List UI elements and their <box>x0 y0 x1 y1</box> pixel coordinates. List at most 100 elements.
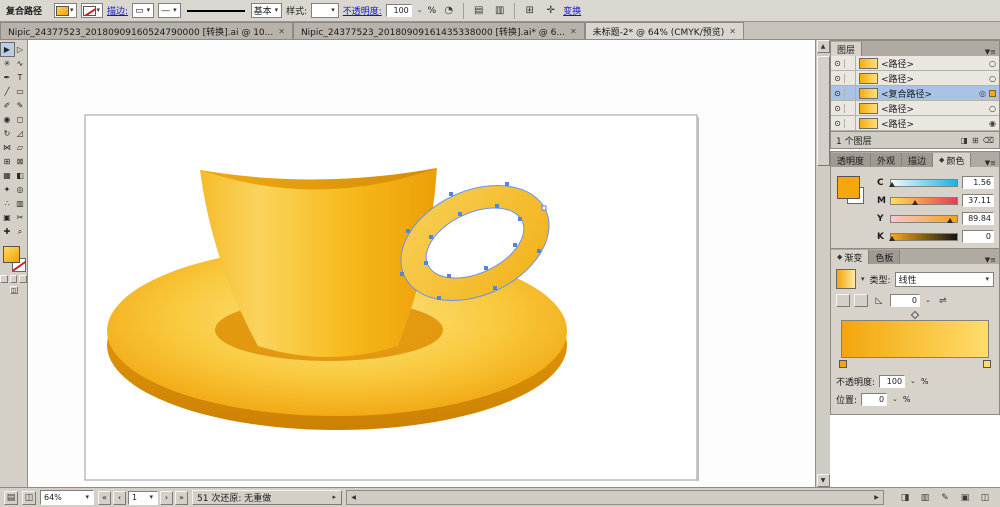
chevron-down-icon[interactable]: ⌄ <box>909 378 917 385</box>
column-graph-tool[interactable]: ▥ <box>14 197 27 210</box>
transform-link[interactable]: 变换 <box>563 4 581 17</box>
blend-tool[interactable]: ◎ <box>14 183 27 196</box>
dock-panel-4-icon[interactable]: ▣ <box>958 491 972 505</box>
stroke-link[interactable]: 描边: <box>107 4 128 17</box>
fill-swatch-icon[interactable] <box>837 176 860 199</box>
layer-name[interactable]: <复合路径> <box>881 87 976 100</box>
target-icon[interactable]: ○ <box>986 59 999 68</box>
layer-row[interactable]: ⊙ <路径> ○ <box>831 56 999 71</box>
eraser-tool[interactable]: ◻ <box>14 113 27 126</box>
blob-brush-tool[interactable]: ◉ <box>1 113 14 126</box>
reverse-gradient-icon[interactable]: ⇌ <box>936 294 950 307</box>
target-icon[interactable]: ○ <box>986 104 999 113</box>
gradient-mode-button[interactable] <box>9 275 18 283</box>
pen-tool[interactable]: ✒ <box>1 71 14 84</box>
cyan-slider[interactable] <box>889 178 958 187</box>
last-artboard-icon[interactable]: » <box>175 490 188 505</box>
status-display[interactable]: 51 次还原: 无重做 ▸ <box>192 490 342 505</box>
paintbrush-tool[interactable]: ✐ <box>1 99 14 112</box>
layer-row[interactable]: ⊙ <路径> ○ <box>831 101 999 116</box>
target-selected-icon[interactable]: ◎ <box>976 89 989 98</box>
reference-point-icon[interactable]: ✛ <box>542 3 559 19</box>
type-tool[interactable]: T <box>14 71 27 84</box>
first-artboard-icon[interactable]: « <box>98 490 111 505</box>
fill-swatch-icon[interactable] <box>2 246 20 263</box>
gradient-stop-left[interactable] <box>839 360 847 368</box>
eye-icon[interactable]: ⊙ <box>831 103 845 113</box>
previous-artboard-icon[interactable]: ‹ <box>113 490 126 505</box>
eye-icon[interactable]: ⊙ <box>831 118 845 128</box>
chevron-down-icon[interactable]: ⌄ <box>416 7 424 14</box>
gradient-type-select[interactable]: 线性 ▾ <box>894 271 994 287</box>
target-filled-icon[interactable]: ◉ <box>986 119 999 128</box>
width-profile-select[interactable]: — ▾ <box>158 3 181 18</box>
grid-icon[interactable]: ⊞ <box>521 3 538 19</box>
layer-row[interactable]: ⊙ <路径> ○ <box>831 71 999 86</box>
scroll-up-icon[interactable]: ▲ <box>816 40 830 53</box>
chevron-down-icon[interactable]: ⌄ <box>924 297 932 304</box>
dock-panel-2-icon[interactable]: ▥ <box>918 491 932 505</box>
tab-transparency[interactable]: 透明度 <box>831 153 872 167</box>
opacity-input[interactable]: 100 <box>385 4 412 17</box>
brush-select[interactable]: 基本 ▾ <box>250 3 283 18</box>
tab-gradient[interactable]: ◆ 渐变 <box>831 250 870 264</box>
vertical-scrollbar[interactable]: ▲ ▼ <box>815 40 830 487</box>
fill-stroke-swatches[interactable] <box>836 174 870 218</box>
layer-name[interactable]: <路径> <box>881 72 986 85</box>
fill-stroke-indicator[interactable] <box>2 246 26 272</box>
shape-builder-tool[interactable]: ⊞ <box>1 155 14 168</box>
chevron-down-icon[interactable]: ▾ <box>860 275 866 283</box>
horizontal-scrollbar[interactable]: ◀ ▶ <box>346 490 884 505</box>
panel-menu-icon[interactable]: ▼≡ <box>982 48 999 56</box>
layer-row[interactable]: ⊙ <路径> ◉ <box>831 116 999 131</box>
artboard-tool[interactable]: ▣ <box>1 211 14 224</box>
dock-panel-5-icon[interactable]: ◫ <box>978 491 992 505</box>
screen-mode-icon[interactable]: ◫ <box>9 286 18 294</box>
tab-stroke[interactable]: 描边 <box>902 153 934 167</box>
selection-tool[interactable]: ▶ <box>0 42 15 57</box>
magenta-slider[interactable] <box>890 196 958 205</box>
fill-gradient-icon[interactable] <box>836 294 850 307</box>
zoom-tool[interactable]: ⌕ <box>14 225 27 238</box>
dock-panel-3-icon[interactable]: ✎ <box>938 491 952 505</box>
new-layer-icon[interactable]: ⊞ <box>972 136 979 145</box>
chevron-down-icon[interactable]: ▾ <box>69 7 75 14</box>
pencil-tool[interactable]: ✎ <box>14 99 27 112</box>
stroke-color-swatch[interactable]: ▾ <box>80 3 104 18</box>
rotate-tool[interactable]: ↻ <box>1 127 14 140</box>
lock-cell[interactable] <box>845 71 856 85</box>
direct-selection-tool[interactable]: ▷ <box>14 43 27 56</box>
color-mode-button[interactable] <box>0 275 8 283</box>
eyedropper-tool[interactable]: ✦ <box>1 183 14 196</box>
tab-appearance[interactable]: 外观 <box>871 153 903 167</box>
fill-color-swatch[interactable]: ▾ <box>54 3 77 18</box>
gradient-midpoint-marker[interactable] <box>910 310 920 320</box>
gradient-thumbnail[interactable] <box>836 269 856 289</box>
none-mode-button[interactable] <box>19 275 28 283</box>
free-transform-tool[interactable]: ▱ <box>14 141 27 154</box>
canvas-area[interactable] <box>28 40 815 487</box>
lock-cell[interactable] <box>845 116 856 130</box>
yellow-slider[interactable] <box>890 214 958 223</box>
rectangle-tool[interactable]: ▭ <box>14 85 27 98</box>
tab-swatches[interactable]: 色板 <box>869 250 901 264</box>
lock-cell[interactable] <box>845 56 856 70</box>
make-mask-icon[interactable]: ◨ <box>960 136 968 145</box>
panel-menu-icon[interactable]: ▼≡ <box>982 159 999 167</box>
recolor-artwork-icon[interactable]: ◔ <box>440 3 457 19</box>
width-tool[interactable]: ⋈ <box>1 141 14 154</box>
layer-name[interactable]: <路径> <box>881 102 986 115</box>
panel-menu-icon[interactable]: ▼≡ <box>982 256 999 264</box>
close-icon[interactable]: ✕ <box>278 27 285 36</box>
line-segment-tool[interactable]: ╱ <box>1 85 14 98</box>
lock-cell[interactable] <box>845 86 856 100</box>
next-artboard-icon[interactable]: › <box>160 490 173 505</box>
eye-icon[interactable]: ⊙ <box>831 73 845 83</box>
chevron-down-icon[interactable]: ⌄ <box>891 396 899 403</box>
scroll-right-icon[interactable]: ▶ <box>870 491 883 504</box>
document-tab-1[interactable]: Nipic_24377523_20180909160524790000 [转换]… <box>0 22 293 39</box>
scroll-down-icon[interactable]: ▼ <box>816 474 830 487</box>
lasso-tool[interactable]: ∿ <box>14 57 27 70</box>
lock-cell[interactable] <box>845 101 856 115</box>
yellow-value-input[interactable]: 89.84 <box>962 212 994 225</box>
